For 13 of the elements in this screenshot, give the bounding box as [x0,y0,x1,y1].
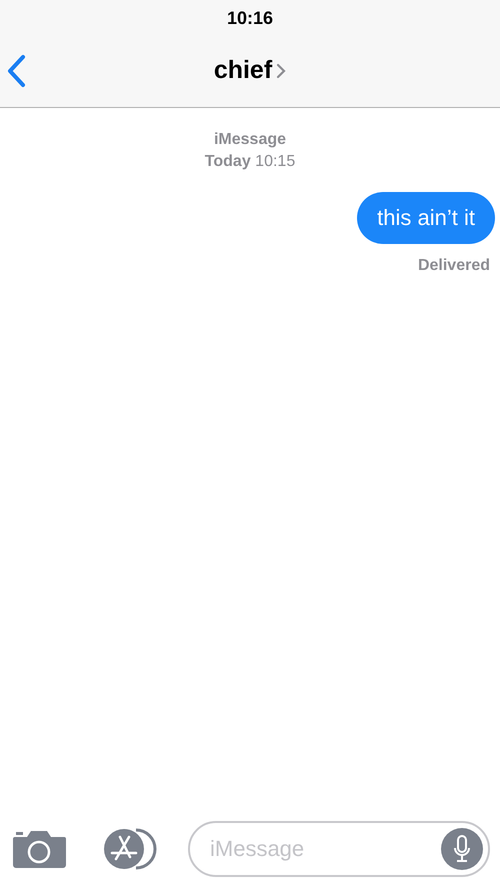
service-label: iMessage [214,130,286,150]
message-bubble: this ain’t it [357,192,495,244]
contact-title-button[interactable]: chief [214,52,286,90]
timestamp: Today 10:15 [204,152,296,172]
microphone-button[interactable] [441,828,483,870]
message-input-field[interactable]: iMessage [188,821,490,877]
camera-button[interactable] [12,828,66,870]
back-chevron-icon [6,54,26,88]
status-time: 10:16 [226,6,274,30]
camera-icon [12,829,66,869]
microphone-icon [453,835,471,863]
delivery-status: Delivered [418,256,490,276]
chevron-right-icon [276,62,286,78]
